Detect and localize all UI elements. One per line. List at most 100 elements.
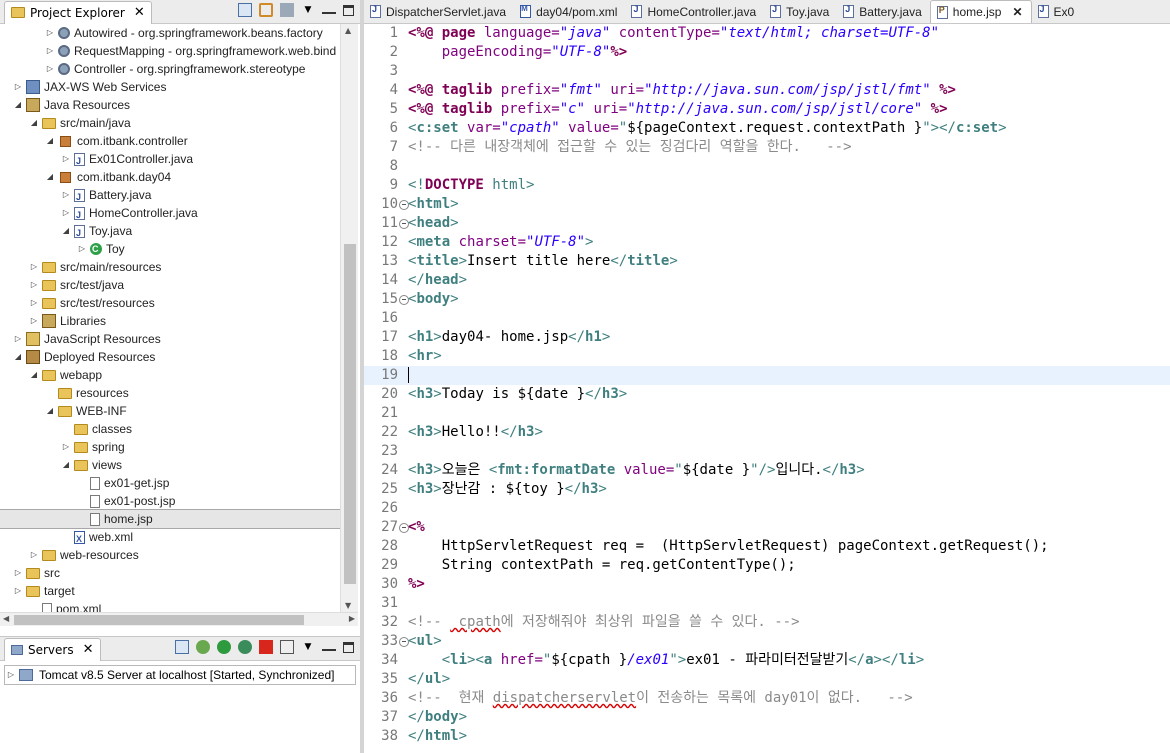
code-line[interactable]: 36 <!-- 현재 dispatcherservlet이 전송하는 목록에 da… [364,689,1170,708]
tree-item[interactable]: ▷ JavaScript Resources [0,330,340,348]
editor-tab[interactable]: DispatcherServlet.java [364,0,514,23]
code-line[interactable]: 29 String contextPath = req.getContentTy… [364,556,1170,575]
code-line[interactable]: 4 <%@ taglib prefix="fmt" uri="http://jav… [364,81,1170,100]
close-icon[interactable]: ✕ [83,642,94,657]
editor-tab[interactable]: Battery.java [837,0,929,23]
expand-icon[interactable]: ▷ [12,582,24,600]
editor-tab[interactable]: Ex0 [1032,0,1083,23]
collapse-icon[interactable]: ◢ [44,402,56,420]
debug-icon[interactable] [196,640,210,654]
code-line[interactable]: 15 <body> [364,290,1170,309]
code-line[interactable]: 3 [364,62,1170,81]
tree-item[interactable]: ◢ src/main/java [0,114,340,132]
code-line[interactable]: 1 <%@ page language="java" contentType="t… [364,24,1170,43]
tree-item[interactable]: web.xml [0,528,340,548]
code-line[interactable]: 25 <h3>장난감 : ${toy }</h3> [364,480,1170,499]
tree-item[interactable]: ▷ Controller - org.springframework.stereo… [0,60,340,78]
tree-item[interactable]: ◢ com.itbank.controller [0,132,340,150]
collapse-icon[interactable]: ◢ [44,132,56,150]
link-editor-icon[interactable] [259,3,273,17]
code-line[interactable]: 21 [364,404,1170,423]
editor-tab[interactable]: home.jsp ✕ [929,0,1032,23]
expand-icon[interactable]: ▷ [5,666,17,684]
tree-item[interactable]: ▷ Battery.java [0,186,340,206]
code-line[interactable]: 33 <ul> [364,632,1170,651]
scroll-up-icon[interactable]: ▲ [345,26,351,35]
fold-toggle-icon[interactable] [399,632,409,651]
close-icon[interactable]: ✕ [1012,5,1022,19]
scroll-thumb[interactable] [344,244,356,584]
expand-icon[interactable]: ▷ [76,240,88,258]
tree-item[interactable]: ex01-get.jsp [0,474,340,492]
code-line[interactable]: 23 [364,442,1170,461]
expand-icon[interactable]: ▷ [28,312,40,330]
tab-project-explorer[interactable]: Project Explorer ✕ [4,0,152,24]
fold-toggle-icon[interactable] [399,518,409,537]
server-row[interactable]: ▷ Tomcat v8.5 Server at localhost [Start… [4,665,356,685]
tree-item[interactable]: ▷ web-resources [0,546,340,564]
tree-item[interactable]: ▷ JAX-WS Web Services [0,78,340,96]
code-line[interactable]: 19 [364,366,1170,385]
editor-tab[interactable]: HomeController.java [625,0,764,23]
code-line[interactable]: 8 [364,157,1170,176]
expand-icon[interactable]: ▷ [12,330,24,348]
tree-item[interactable]: ◢ webapp [0,366,340,384]
tree-item[interactable]: ex01-post.jsp [0,492,340,510]
tree-item[interactable]: ▷ Libraries [0,312,340,330]
tree-item[interactable]: ◢ Toy.java [0,222,340,242]
fold-toggle-icon[interactable] [399,214,409,233]
hscroll-thumb[interactable] [14,615,304,625]
code-line[interactable]: 20 <h3>Today is ${date }</h3> [364,385,1170,404]
start-icon[interactable] [217,640,231,654]
expand-icon[interactable]: ▷ [28,258,40,276]
code-line[interactable]: 16 [364,309,1170,328]
expand-icon[interactable]: ▷ [60,438,72,456]
tree-item[interactable]: ▷ src/main/resources [0,258,340,276]
collapse-icon[interactable]: ◢ [28,114,40,132]
code-line[interactable]: 18 <hr> [364,347,1170,366]
collapse-icon[interactable]: ◢ [28,366,40,384]
code-line[interactable]: 11 <head> [364,214,1170,233]
fold-toggle-icon[interactable] [399,195,409,214]
maximize-icon[interactable] [343,641,354,653]
editor-tab[interactable]: day04/pom.xml [514,0,625,23]
code-line[interactable]: 26 [364,499,1170,518]
expand-icon[interactable]: ▷ [60,186,72,204]
tree-item[interactable]: ▷ target [0,582,340,600]
tree-item[interactable]: resources [0,384,340,402]
focus-icon[interactable] [280,3,294,17]
tree-item[interactable]: home.jsp [0,509,340,529]
code-line[interactable]: 32 <!-- cpath에 저장해줘야 최상위 파일을 쓸 수 있다. --> [364,613,1170,632]
collapse-all-icon[interactable] [238,3,252,17]
code-line[interactable]: 28 HttpServletRequest req = (HttpServlet… [364,537,1170,556]
expand-icon[interactable]: ▷ [28,276,40,294]
code-line[interactable]: 12 <meta charset="UTF-8"> [364,233,1170,252]
tree-item[interactable]: ◢ com.itbank.day04 [0,168,340,186]
expand-icon[interactable]: ▷ [60,204,72,222]
expand-icon[interactable]: ▷ [28,546,40,564]
tree-vertical-scrollbar[interactable]: ▲ ▼ [340,24,358,612]
expand-icon[interactable]: ▷ [44,60,56,78]
code-line[interactable]: 13 <title>Insert title here</title> [364,252,1170,271]
maximize-icon[interactable] [343,4,354,16]
tree-horizontal-scrollbar[interactable]: ◀ ▶ [0,612,358,626]
expand-icon[interactable]: ▷ [44,24,56,42]
code-line[interactable]: 30 %> [364,575,1170,594]
fold-toggle-icon[interactable] [399,290,409,309]
expand-icon[interactable]: ▷ [60,150,72,168]
tree-item[interactable]: ▷ RequestMapping - org.springframework.we… [0,42,340,60]
tree-item[interactable]: classes [0,420,340,438]
tree-item[interactable]: ▷ Toy [0,240,340,258]
tree-item[interactable]: ▷ HomeController.java [0,204,340,224]
scroll-down-icon[interactable]: ▼ [345,601,351,610]
tree-item[interactable]: ▷ src/test/java [0,276,340,294]
code-line[interactable]: 6 <c:set var="cpath" value="${pageContext… [364,119,1170,138]
tree-item[interactable]: ◢ Deployed Resources [0,348,340,366]
code-line[interactable]: 22 <h3>Hello!!</h3> [364,423,1170,442]
tree-item[interactable]: ▷ Ex01Controller.java [0,150,340,170]
collapse-icon[interactable]: ◢ [44,168,56,186]
collapse-icon[interactable]: ◢ [12,348,24,366]
expand-icon[interactable]: ▷ [28,294,40,312]
expand-icon[interactable]: ▷ [44,42,56,60]
tree-item[interactable]: ◢ views [0,456,340,474]
